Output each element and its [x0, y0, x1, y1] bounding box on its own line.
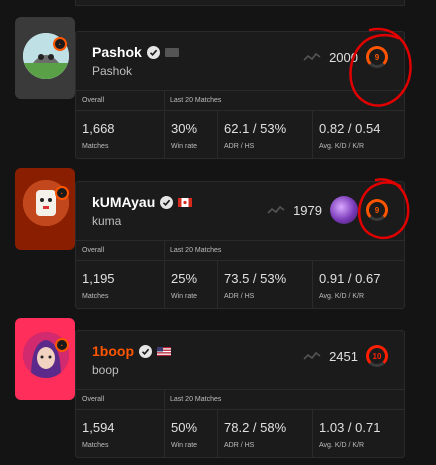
overall-header: Overall [82, 396, 105, 403]
level-badge-icon: · [53, 37, 67, 51]
stat-label: Avg. K/D / K/R [319, 143, 364, 150]
stat-label: Avg. K/D / K/R [319, 293, 364, 300]
stat-value: 73.5 / 53% [224, 271, 287, 286]
stats-table: Overall Last 20 Matches 1,594 Matches 50… [76, 389, 404, 458]
stat-label: Avg. K/D / K/R [319, 442, 364, 449]
stat-value: 0.91 / 0.67 [319, 271, 381, 286]
stat-value: 1,594 [82, 420, 115, 435]
elo-trend-icon [303, 52, 321, 61]
skill-level-value: 10 [372, 351, 382, 361]
stats-table: Overall Last 20 Matches 1,668 Matches 30… [76, 90, 404, 159]
stat-label: Win rate [171, 143, 198, 150]
elo-value: 1979 [293, 202, 322, 218]
stat-label: Matches [82, 293, 109, 300]
flag-canada-icon [178, 197, 193, 207]
level-badge-icon: · [55, 338, 69, 352]
stat-value: 78.2 / 58% [224, 420, 287, 435]
player-name[interactable]: Pashok [92, 44, 142, 60]
verified-icon [146, 45, 160, 59]
flag-usa-icon [157, 346, 171, 356]
elo-value: 2451 [329, 348, 358, 364]
overall-header: Overall [82, 247, 105, 254]
player-card: Pashok Pashok 2000 9 Overall Last 20 Mat… [75, 31, 405, 159]
skill-level-icon: 9 [366, 46, 388, 68]
stat-kd-kr: 1.03 / 0.71 Avg. K/D / K/R [312, 410, 405, 458]
stat-label: Matches [82, 143, 109, 150]
player-card: 1boop boop 2451 10 Overall Last 20 Match… [75, 330, 405, 458]
stat-value: 30% [171, 121, 198, 136]
verified-icon [139, 344, 152, 358]
stat-value: 50% [171, 420, 198, 435]
overall-header: Overall [82, 97, 105, 104]
player-card: kUMAyau kuma 1979 9 Overall Last 20 Matc… [75, 181, 405, 309]
avatar[interactable]: · [15, 168, 75, 250]
stat-label: ADR / HS [224, 143, 255, 150]
stat-matches: 1,594 Matches [76, 410, 164, 458]
stat-label: Matches [82, 442, 109, 449]
last20-header: Last 20 Matches [170, 97, 222, 104]
rank-gem-icon [330, 196, 358, 224]
stat-kd-kr: 0.82 / 0.54 Avg. K/D / K/R [312, 111, 405, 159]
stats-table: Overall Last 20 Matches 1,195 Matches 25… [76, 240, 404, 309]
stat-kd-kr: 0.91 / 0.67 Avg. K/D / K/R [312, 261, 405, 309]
elo-trend-icon [303, 351, 321, 360]
player-name[interactable]: 1boop [92, 343, 134, 359]
last20-header: Last 20 Matches [170, 396, 222, 403]
skill-level-icon: 9 [366, 199, 388, 221]
player-nickname: Pashok [92, 64, 133, 78]
flag-icon [164, 47, 179, 57]
skill-level-icon: 10 [366, 345, 388, 367]
elo-value: 2000 [329, 49, 358, 65]
stat-value: 0.82 / 0.54 [319, 121, 381, 136]
stat-winrate: 30% Win rate [164, 111, 217, 159]
stat-label: ADR / HS [224, 442, 255, 449]
stat-adr-hs: 78.2 / 58% ADR / HS [217, 410, 312, 458]
stat-label: Win rate [171, 293, 198, 300]
stat-winrate: 50% Win rate [164, 410, 217, 458]
last20-header: Last 20 Matches [170, 247, 222, 254]
stat-winrate: 25% Win rate [164, 261, 217, 309]
avatar[interactable]: · [15, 17, 75, 99]
skill-level-value: 9 [374, 52, 380, 62]
stat-label: Win rate [171, 442, 198, 449]
stat-label: ADR / HS [224, 293, 255, 300]
stat-value: 1.03 / 0.71 [319, 420, 381, 435]
stat-value: 1,668 [82, 121, 115, 136]
level-badge-icon: · [55, 186, 69, 200]
player-name[interactable]: kUMAyau [92, 194, 155, 210]
previous-card-edge [75, 0, 405, 6]
stat-adr-hs: 73.5 / 53% ADR / HS [217, 261, 312, 309]
stat-matches: 1,668 Matches [76, 111, 164, 159]
skill-level-value: 9 [374, 205, 380, 215]
stat-adr-hs: 62.1 / 53% ADR / HS [217, 111, 312, 159]
avatar[interactable]: · [15, 318, 75, 400]
stat-value: 1,195 [82, 271, 115, 286]
verified-icon [160, 195, 174, 209]
player-nickname: boop [92, 363, 119, 377]
elo-trend-icon [267, 205, 285, 214]
stat-value: 62.1 / 53% [224, 121, 287, 136]
stat-value: 25% [171, 271, 198, 286]
stat-matches: 1,195 Matches [76, 261, 164, 309]
player-nickname: kuma [92, 214, 122, 228]
